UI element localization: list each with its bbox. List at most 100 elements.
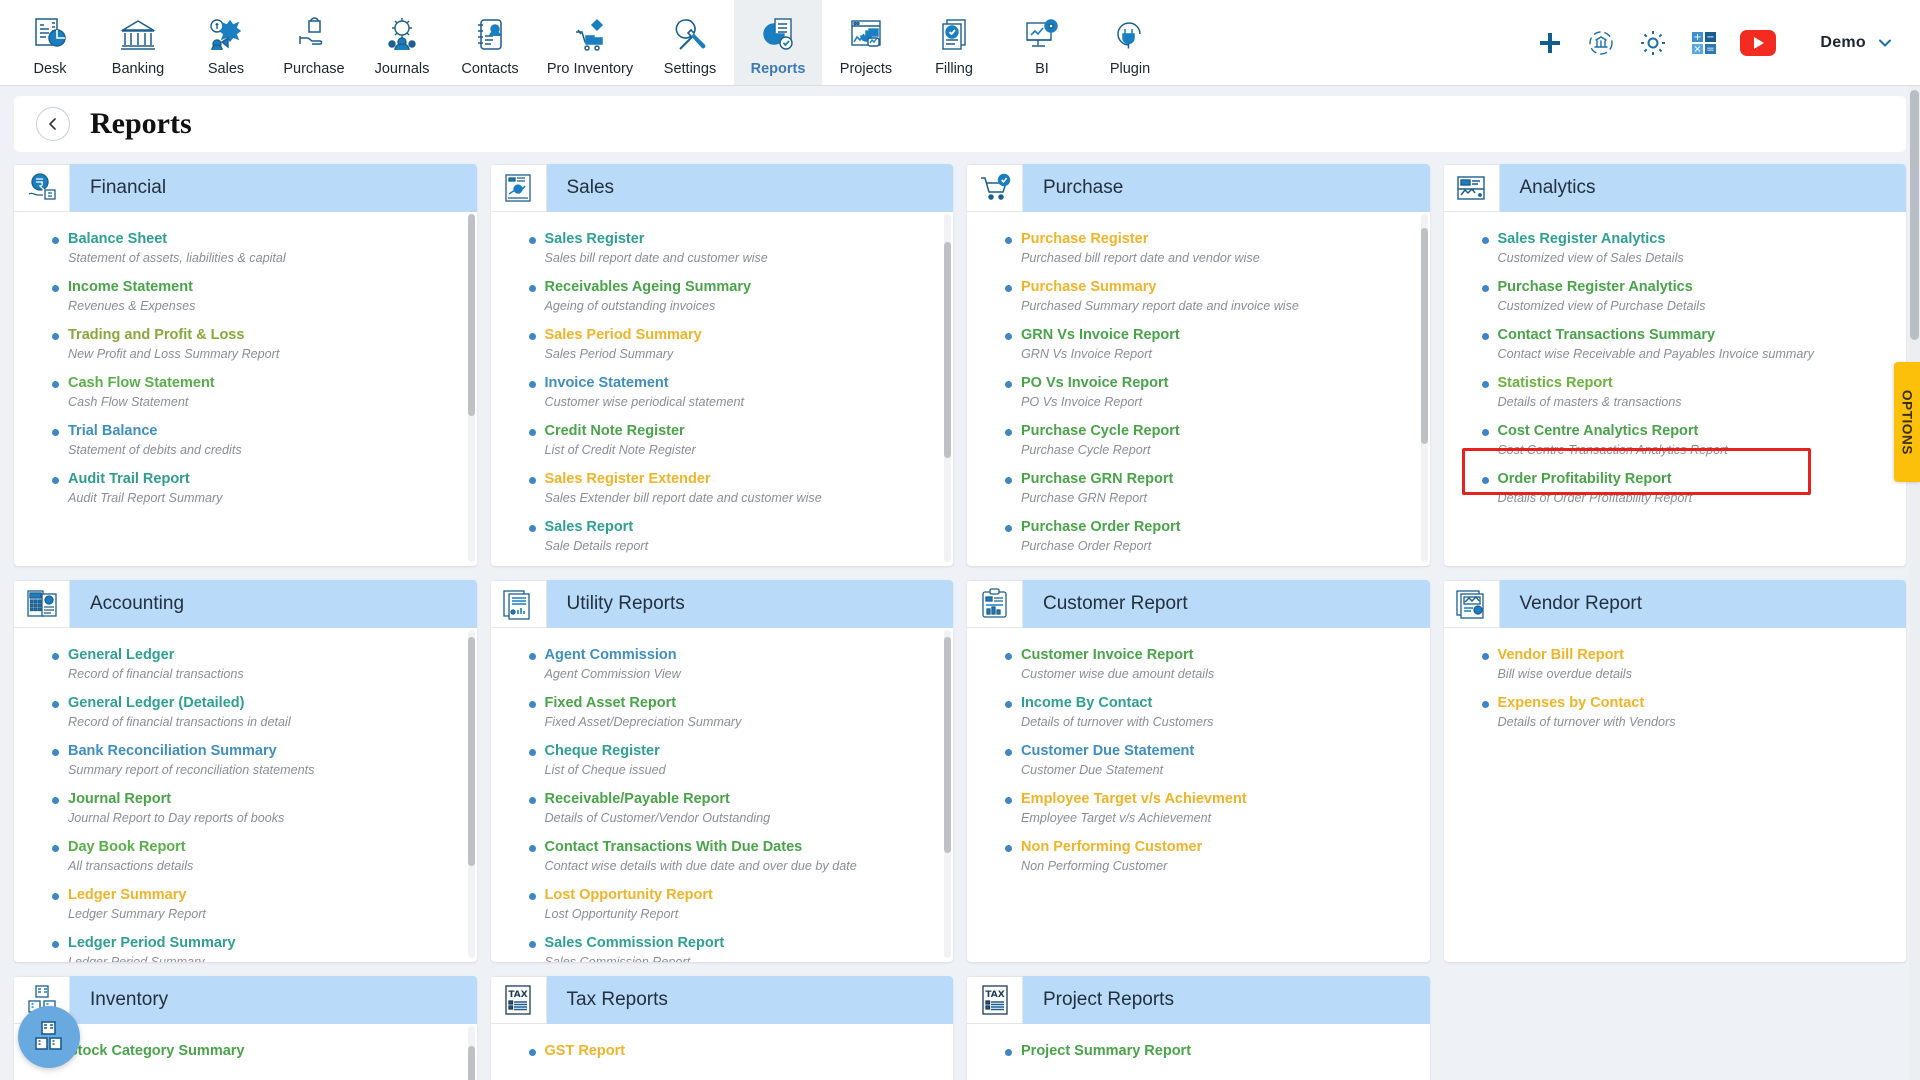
card-scrollbar[interactable]: [467, 214, 475, 562]
report-link-item[interactable]: Agent Commission Agent Commission View: [501, 640, 944, 688]
report-link-item[interactable]: Customer Invoice Report Customer wise du…: [977, 640, 1420, 688]
card-scrollbar-thumb[interactable]: [944, 636, 951, 854]
report-link-item[interactable]: Statistics Report Details of masters & t…: [1454, 368, 1897, 416]
card-scrollbar[interactable]: [467, 1026, 475, 1080]
back-button[interactable]: [36, 107, 70, 141]
report-link-item[interactable]: Stock Category Summary: [24, 1036, 467, 1065]
report-link-item[interactable]: PO Vs Invoice Report PO Vs Invoice Repor…: [977, 368, 1420, 416]
report-link-item[interactable]: Purchase Register Analytics Customized v…: [1454, 272, 1897, 320]
report-link-item[interactable]: Sales Report Sale Details report: [501, 513, 944, 561]
report-link-item[interactable]: Purchase GRN Report Purchase GRN Report: [977, 465, 1420, 513]
report-link-item[interactable]: Sales Register Sales bill report date an…: [501, 224, 944, 272]
report-link-item[interactable]: Trial Balance Statement of debits and cr…: [24, 417, 467, 465]
report-link-item[interactable]: Contact Transactions With Due Dates Cont…: [501, 833, 944, 881]
plus-icon[interactable]: [1536, 29, 1564, 57]
nav-item-filling[interactable]: Filling: [910, 0, 998, 85]
nav-item-reports[interactable]: Reports: [734, 0, 822, 85]
report-link-item[interactable]: Cost Centre Analytics Report Cost Centre…: [1454, 417, 1897, 465]
report-link-item[interactable]: Sales Period Summary Sales Period Summar…: [501, 320, 944, 368]
report-link-item[interactable]: Sales Register Analytics Customized view…: [1454, 224, 1897, 272]
report-link-item[interactable]: Receivables Ageing Summary Ageing of out…: [501, 272, 944, 320]
nav-item-sales[interactable]: Sales: [182, 0, 270, 85]
report-link-item[interactable]: Audit Trail Report Audit Trail Report Su…: [24, 465, 467, 513]
card-scrollbar-thumb[interactable]: [467, 636, 475, 867]
report-link-item[interactable]: Employee Target v/s Achievment Employee …: [977, 784, 1420, 832]
nav-item-desk[interactable]: Desk: [6, 0, 94, 85]
report-link-item[interactable]: Balance Sheet Statement of assets, liabi…: [24, 224, 467, 272]
report-link-item[interactable]: Ledger Period Summary Ledger Period Summ…: [24, 929, 467, 962]
report-link-item[interactable]: Fixed Asset Report Fixed Asset/Depreciat…: [501, 688, 944, 736]
card-scrollbar[interactable]: [944, 214, 951, 562]
report-link-item[interactable]: Contact Transactions Summary Contact wis…: [1454, 320, 1897, 368]
card-scrollbar-thumb[interactable]: [467, 1045, 475, 1080]
report-link-item[interactable]: Trading and Profit & Loss New Profit and…: [24, 320, 467, 368]
card-scrollbar-thumb[interactable]: [1420, 227, 1428, 444]
report-link-item[interactable]: Receivable/Payable Report Details of Cus…: [501, 784, 944, 832]
nav-item-plugin[interactable]: Plugin: [1086, 0, 1174, 85]
report-link-item[interactable]: GRN Vs Invoice Report GRN Vs Invoice Rep…: [977, 320, 1420, 368]
report-link-item[interactable]: Cheque Register List of Cheque issued: [501, 736, 944, 784]
report-link-item[interactable]: Purchase Register Purchased bill report …: [977, 224, 1420, 272]
nav-item-label: Filling: [935, 60, 973, 77]
report-link-desc: Purchased Summary report date and invoic…: [1021, 298, 1299, 313]
report-card-customer-report: Customer Report Customer Invoice Report …: [967, 580, 1430, 962]
nav-item-journals[interactable]: Journals: [358, 0, 446, 85]
report-link-item[interactable]: Income Statement Revenues & Expenses: [24, 272, 467, 320]
report-link-item[interactable]: Customer Due Statement Customer Due Stat…: [977, 736, 1420, 784]
report-link-item[interactable]: Day Book Report All transactions details: [24, 833, 467, 881]
report-link-name: Project Summary Report: [1021, 1042, 1192, 1059]
user-menu[interactable]: Demo: [1820, 34, 1894, 52]
nav-item-banking[interactable]: Banking: [94, 0, 182, 85]
report-link-desc: List of Cheque issued: [544, 762, 666, 777]
report-link-item[interactable]: Credit Note Register List of Credit Note…: [501, 417, 944, 465]
page-scrollbar-thumb[interactable]: [1910, 90, 1919, 340]
report-link-item[interactable]: Journal Report Journal Report to Day rep…: [24, 784, 467, 832]
floating-inventory-bubble-icon[interactable]: [18, 1006, 80, 1068]
report-link-item[interactable]: Sales Commission Report Sales Commission…: [501, 929, 944, 962]
bullet-icon: [52, 284, 59, 292]
report-link-item[interactable]: Non Performing Customer Non Performing C…: [977, 833, 1420, 881]
nav-item-pro-inventory[interactable]: Pro Inventory: [534, 0, 646, 85]
calculator-icon[interactable]: + − × =: [1690, 29, 1718, 57]
report-link-item[interactable]: Expenses by Contact Details of turnover …: [1454, 688, 1897, 736]
report-link-item[interactable]: Cash Flow Statement Cash Flow Statement: [24, 368, 467, 416]
report-link-item[interactable]: Income By Contact Details of turnover wi…: [977, 688, 1420, 736]
gear-icon[interactable]: [1638, 28, 1668, 58]
report-link-item[interactable]: Purchase Order Report Purchase Order Rep…: [977, 513, 1420, 561]
card-scrollbar-thumb[interactable]: [467, 214, 475, 416]
card-scrollbar-thumb[interactable]: [944, 241, 951, 458]
card-scrollbar[interactable]: [467, 630, 475, 958]
report-link-item[interactable]: Lost Opportunity Report Lost Opportunity…: [501, 881, 944, 929]
report-link-item[interactable]: Sales Register Extender Sales Extender b…: [501, 465, 944, 513]
nav-item-settings[interactable]: Settings: [646, 0, 734, 85]
report-link-item[interactable]: Bank Reconciliation Summary Summary repo…: [24, 736, 467, 784]
page-scrollbar[interactable]: [1909, 86, 1920, 1080]
report-link-item[interactable]: Purchase Summary Purchased Summary repor…: [977, 272, 1420, 320]
report-link-desc: Details of Order Profitability Report: [1497, 491, 1693, 506]
options-tab[interactable]: OPTIONS: [1894, 362, 1920, 482]
report-link-item[interactable]: General Ledger (Detailed) Record of fina…: [24, 688, 467, 736]
report-link-item[interactable]: Purchase Cycle Report Purchase Cycle Rep…: [977, 417, 1420, 465]
report-link-item[interactable]: Order Profitability Report Details of Or…: [1454, 465, 1897, 513]
svg-text:TAX: TAX: [985, 990, 1004, 1000]
report-link-item[interactable]: Project Summary Report: [977, 1036, 1420, 1065]
report-link-item[interactable]: General Ledger Record of financial trans…: [24, 640, 467, 688]
bullet-icon: [52, 477, 59, 485]
nav-item-projects[interactable]: Projects: [822, 0, 910, 85]
report-link-name: Stock Category Summary: [68, 1042, 245, 1059]
youtube-icon[interactable]: [1740, 29, 1777, 56]
nav-item-purchase[interactable]: Purchase: [270, 0, 358, 85]
report-link-item[interactable]: GST Report: [501, 1036, 944, 1065]
card-scrollbar[interactable]: [944, 630, 951, 958]
nav-item-contacts[interactable]: Contacts: [446, 0, 534, 85]
report-link-name: Audit Trail Report: [68, 471, 190, 488]
nav-item-bi[interactable]: BI: [998, 0, 1086, 85]
report-list: General Ledger Record of financial trans…: [24, 640, 467, 962]
report-link-item[interactable]: Invoice Statement Customer wise periodic…: [501, 368, 944, 416]
card-scrollbar[interactable]: [1420, 214, 1428, 562]
bank-refresh-icon[interactable]: [1586, 28, 1616, 58]
bullet-icon: [52, 429, 59, 436]
report-link-item[interactable]: Vendor Bill Report Bill wise overdue det…: [1454, 640, 1897, 688]
report-link-desc: Fixed Asset/Depreciation Summary: [544, 714, 742, 729]
report-link-item[interactable]: Ledger Summary Ledger Summary Report: [24, 881, 467, 929]
